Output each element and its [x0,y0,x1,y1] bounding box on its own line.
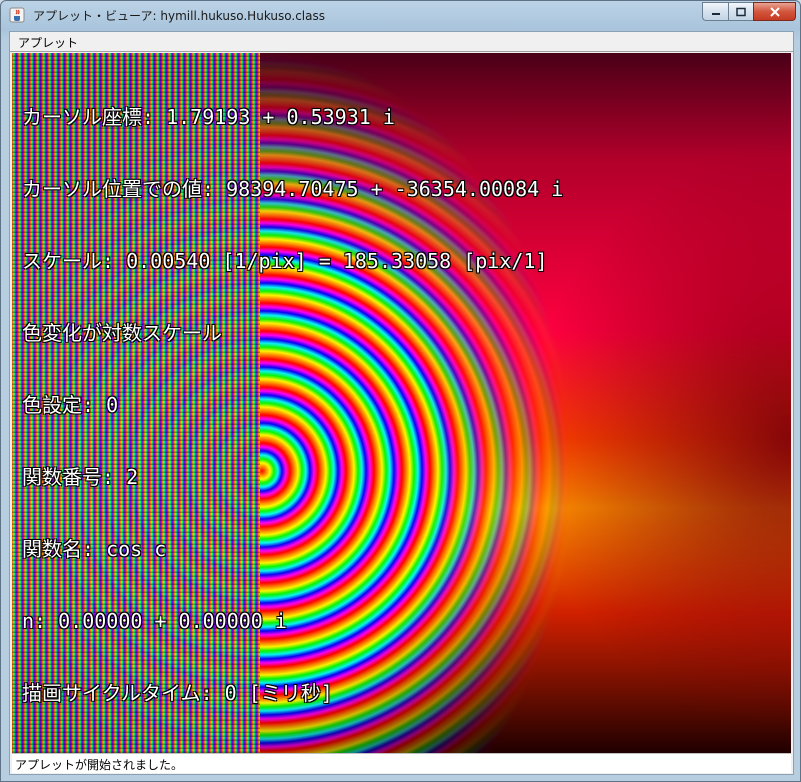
menu-bar: アプレット [10,32,793,52]
cursor-value-text: カーソル位置での値: 98394.70475 + -36354.00084 i [22,177,564,201]
close-icon [769,6,780,17]
java-cup-icon[interactable] [9,7,25,23]
applet-viewer-window: アプレット・ビューア: hymill.hukuso.Hukuso.class ア… [0,0,801,782]
maximize-button[interactable] [728,2,753,21]
title-bar[interactable]: アプレット・ビューア: hymill.hukuso.Hukuso.class [1,1,800,31]
info-overlay: カーソル座標: 1.79193 + 0.53931 i カーソル位置での値: 9… [22,57,563,753]
n-value-text: n: 0.00000 + 0.00000 i [22,609,287,633]
function-name-text: 関数名: cos c [22,537,167,561]
status-text: アプレットが開始されました。 [15,758,184,772]
close-button[interactable] [753,2,796,21]
cursor-coordinate-text: カーソル座標: 1.79193 + 0.53931 i [22,105,395,129]
maximize-icon [736,7,746,16]
status-bar: アプレットが開始されました。 [12,753,791,773]
menu-applet[interactable]: アプレット [18,34,78,51]
color-setting-text: 色設定: 0 [22,393,119,417]
complex-plot-canvas[interactable]: カーソル座標: 1.79193 + 0.53931 i カーソル位置での値: 9… [12,53,791,753]
log-scale-text: 色変化が対数スケール [22,321,222,345]
applet-frame: アプレット カーソル座標: 1.79193 + 0.53931 i カーソル位置… [9,31,794,775]
cycle-time-text: 描画サイクルタイム: 0 [ミリ秒] [22,681,333,705]
function-number-text: 関数番号: 2 [22,465,139,489]
minimize-button[interactable] [702,2,728,21]
scale-text: スケール: 0.00540 [1/pix] = 185.33058 [pix/1… [22,249,548,273]
window-title: アプレット・ビューア: hymill.hukuso.Hukuso.class [33,9,325,23]
minimize-icon [711,12,720,15]
